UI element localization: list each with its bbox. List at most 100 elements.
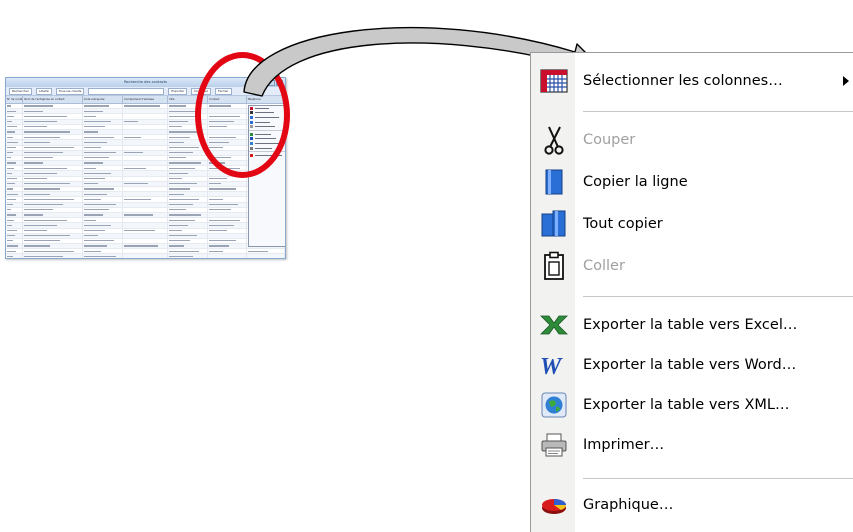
thumbnail-table-cell [6, 176, 23, 181]
menu-item-copy-all[interactable]: Tout copier [531, 203, 853, 245]
menu-item-select-columns[interactable]: Sélectionner les colonnes… [531, 60, 853, 102]
thumbnail-cell-text [209, 183, 222, 185]
thumbnail-cell-text [23, 120, 57, 123]
thumbnail-cell-text [23, 183, 71, 185]
thumbnail-filter-select: Tous les clients [55, 87, 85, 95]
thumbnail-cell-text [123, 120, 139, 123]
thumbnail-cell-text [169, 162, 202, 164]
thumbnail-cell-text [169, 245, 184, 247]
thumbnail-cell-text [209, 250, 224, 252]
thumbnail-cell-text [7, 178, 17, 180]
thumbnail-cell-text [209, 240, 236, 242]
thumbnail-table-cell [123, 129, 169, 135]
thumbnail-table-cell [168, 207, 209, 212]
thumbnail-table-cell [23, 129, 83, 135]
thumbnail-table-cell [6, 124, 23, 129]
thumbnail-cell-text [83, 235, 99, 237]
thumbnail-export-button: Exporter [168, 87, 188, 95]
thumbnail-table-cell [83, 254, 123, 258]
thumbnail-cell-text [23, 167, 67, 169]
thumbnail-cell-text [169, 157, 187, 159]
highlight-circle [195, 52, 290, 178]
thumbnail-table-cell [23, 192, 83, 197]
thumbnail-table-cell [123, 244, 169, 249]
thumbnail-cell-text [209, 203, 238, 206]
thumbnail-table-cell [83, 129, 123, 135]
thumbnail-table-cell [6, 129, 23, 135]
menu-item-cut[interactable]: Couper [531, 119, 853, 161]
menu-item-export-xml[interactable]: Exporter la table vers XML… [531, 384, 853, 426]
thumbnail-column-header: N° de contact [7, 96, 24, 103]
thumbnail-table-cell [6, 207, 23, 212]
thumbnail-table-cell [208, 223, 247, 228]
thumbnail-table-cell [6, 212, 23, 218]
menu-item-print[interactable]: Imprimer… [531, 424, 853, 466]
thumbnail-table-cell [168, 228, 209, 233]
thumbnail-table-cell [123, 187, 169, 192]
thumbnail-table-cell [208, 238, 247, 244]
thumbnail-cell-text [23, 245, 51, 247]
thumbnail-table-cell [247, 254, 285, 258]
thumbnail-cell-text [83, 115, 97, 117]
thumbnail-table-cell [6, 228, 23, 233]
thumbnail-table-cell [6, 150, 23, 155]
thumbnail-table-cell [123, 197, 169, 202]
thumbnail-table-cell [6, 197, 23, 202]
thumbnail-cell-text [7, 198, 16, 200]
thumbnail-cell-text [7, 224, 12, 226]
thumbnail-table-cell [168, 212, 209, 218]
thumbnail-cell-text [7, 219, 15, 221]
menu-item-label: Copier la ligne [583, 174, 688, 190]
thumbnail-label-field: Libellé [36, 87, 52, 95]
thumbnail-cell-text [169, 183, 197, 185]
thumbnail-table-cell [208, 181, 247, 186]
thumbnail-cell-text [83, 120, 112, 123]
thumbnail-cell-text [7, 188, 13, 190]
thumbnail-cell-text [23, 131, 71, 133]
thumbnail-table-cell [23, 119, 83, 124]
thumbnail-table-cell [23, 145, 83, 150]
thumbnail-table-cell [168, 249, 209, 254]
thumbnail-cell-text [209, 178, 228, 180]
thumbnail-table-cell [83, 244, 123, 249]
thumbnail-cell-text [169, 146, 199, 149]
thumbnail-cell-text [83, 245, 108, 247]
context-menu: Sélectionner les colonnes… Couper Copier… [530, 52, 853, 532]
pie-chart-icon [539, 490, 569, 520]
thumbnail-table-cell [83, 192, 123, 197]
thumbnail-table-cell [208, 202, 247, 207]
thumbnail-table-cell [168, 244, 209, 249]
thumbnail-table-cell [168, 202, 209, 207]
menu-item-label: Exporter la table vers XML… [583, 397, 790, 413]
thumbnail-cell-text [247, 250, 268, 252]
thumbnail-table-cell [168, 218, 209, 223]
thumbnail-cell-text [169, 209, 187, 211]
thumbnail-search-button: Rechercher [9, 87, 32, 95]
menu-item-export-excel[interactable]: Exporter la table vers Excel… [531, 304, 853, 346]
thumbnail-table-cell [23, 207, 83, 212]
thumbnail-cell-text [83, 141, 108, 143]
menu-item-export-word[interactable]: W Exporter la table vers Word… [531, 344, 853, 386]
thumbnail-table-cell [83, 218, 123, 223]
thumbnail-cell-text [169, 131, 197, 133]
thumbnail-cell-text [169, 141, 184, 143]
thumbnail-cell-text [83, 229, 105, 232]
thumbnail-cell-text [23, 224, 57, 226]
menu-separator [583, 478, 853, 479]
thumbnail-table-cell [23, 161, 83, 166]
thumbnail-table-cell [23, 109, 83, 114]
thumbnail-table-cell [168, 150, 209, 155]
thumbnail-cell-text [169, 235, 197, 237]
menu-item-paste[interactable]: Coller [531, 245, 853, 287]
thumbnail-cell-text [83, 209, 110, 211]
thumbnail-table-cell [83, 207, 123, 212]
thumbnail-table-cell [83, 109, 123, 114]
thumbnail-cell-text [23, 105, 54, 107]
thumbnail-table-cell [123, 218, 169, 223]
thumbnail-cell-text [7, 229, 17, 232]
menu-item-copy-row[interactable]: Copier la ligne [531, 161, 853, 203]
thumbnail-cell-text [83, 126, 105, 128]
thumbnail-table-cell [123, 124, 169, 129]
thumbnail-table-cell [6, 155, 23, 161]
thumbnail-table-cell [23, 124, 83, 129]
